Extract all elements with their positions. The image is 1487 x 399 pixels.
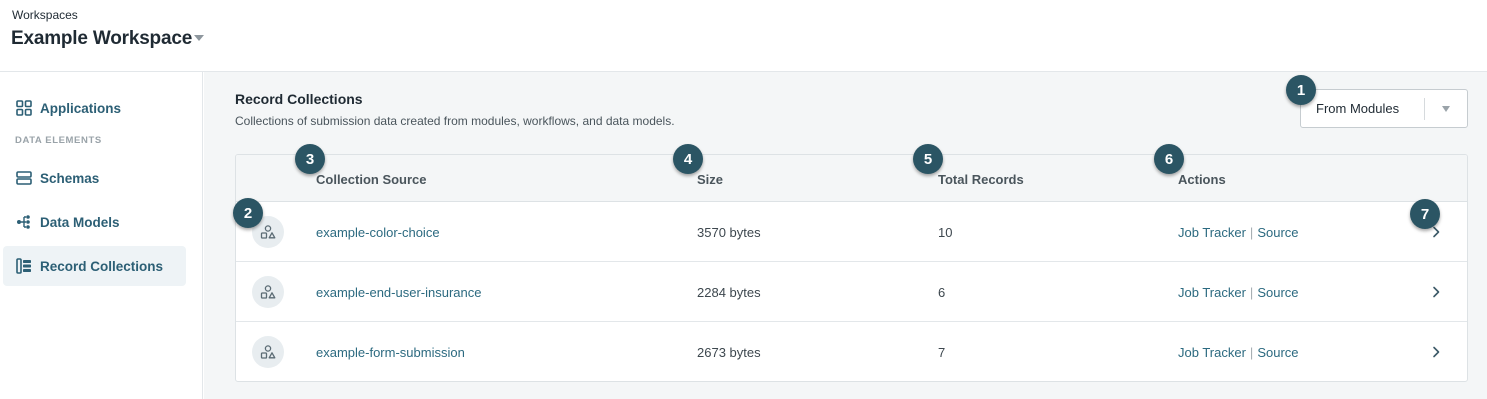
- column-header-collection-source[interactable]: Collection Source: [316, 172, 427, 187]
- job-tracker-link[interactable]: Job Tracker: [1178, 285, 1246, 300]
- sidebar-item-record-collections[interactable]: Record Collections: [3, 246, 186, 286]
- record-collections-icon: [15, 257, 33, 275]
- column-header-actions: Actions: [1178, 172, 1226, 187]
- collection-source-link[interactable]: example-color-choice: [316, 225, 440, 240]
- job-tracker-link[interactable]: Job Tracker: [1178, 225, 1246, 240]
- total-records: 6: [938, 285, 946, 300]
- table-row[interactable]: example-end-user-insurance 2284 bytes 6 …: [236, 262, 1467, 322]
- dropdown-divider: [1424, 98, 1425, 120]
- action-separator: |: [1249, 345, 1254, 360]
- callout-badge-5: 5: [913, 144, 943, 174]
- sidebar-item-data-models[interactable]: Data Models: [3, 202, 186, 242]
- collection-source-link[interactable]: example-end-user-insurance: [316, 285, 481, 300]
- column-header-size[interactable]: Size: [697, 172, 723, 187]
- sidebar-item-label: Schemas: [40, 170, 100, 186]
- callout-badge-6: 6: [1154, 144, 1184, 174]
- main-content: Record Collections Collections of submis…: [204, 72, 1487, 399]
- top-bar: Workspaces Example Workspace: [0, 0, 1487, 72]
- column-header-total-records[interactable]: Total Records: [938, 172, 1024, 187]
- total-records: 7: [938, 345, 946, 360]
- sidebar-item-applications[interactable]: Applications: [3, 88, 186, 128]
- job-tracker-link[interactable]: Job Tracker: [1178, 345, 1246, 360]
- callout-badge-4: 4: [673, 144, 703, 174]
- workspace-name[interactable]: Example Workspace: [11, 28, 192, 50]
- action-separator: |: [1249, 225, 1254, 240]
- collection-size: 2284 bytes: [697, 285, 761, 300]
- module-icon: [252, 336, 284, 368]
- sidebar: Applications DATA ELEMENTS Schemas Data …: [0, 72, 203, 399]
- action-separator: |: [1249, 285, 1254, 300]
- collection-size: 2673 bytes: [697, 345, 761, 360]
- callout-badge-2: 2: [233, 198, 263, 228]
- table-row[interactable]: example-color-choice 3570 bytes 10 Job T…: [236, 202, 1467, 262]
- collection-size: 3570 bytes: [697, 225, 761, 240]
- record-collections-table: Collection Source Size Total Records Act…: [235, 154, 1468, 382]
- table-row[interactable]: example-form-submission 2673 bytes 7 Job…: [236, 322, 1467, 381]
- chevron-right-icon[interactable]: [1429, 284, 1443, 300]
- sidebar-item-schemas[interactable]: Schemas: [3, 158, 186, 198]
- data-model-icon: [15, 213, 33, 231]
- workspace-dropdown-icon[interactable]: [194, 35, 204, 41]
- schema-icon: [15, 169, 33, 187]
- collection-source-link[interactable]: example-form-submission: [316, 345, 465, 360]
- total-records: 10: [938, 225, 953, 240]
- callout-badge-7: 7: [1410, 199, 1440, 229]
- sidebar-item-label: Applications: [40, 100, 122, 116]
- source-link[interactable]: Source: [1257, 285, 1298, 300]
- source-link[interactable]: Source: [1257, 345, 1298, 360]
- source-link[interactable]: Source: [1257, 225, 1298, 240]
- chevron-right-icon[interactable]: [1429, 344, 1443, 360]
- page-title: Record Collections: [235, 91, 363, 107]
- workspaces-label: Workspaces: [12, 8, 78, 22]
- table-header: Collection Source Size Total Records Act…: [236, 155, 1467, 202]
- callout-badge-3: 3: [295, 144, 325, 174]
- page-description: Collections of submission data created f…: [235, 114, 675, 128]
- module-icon: [252, 276, 284, 308]
- sidebar-item-label: Data Models: [40, 214, 120, 230]
- grid-icon: [15, 99, 33, 117]
- chevron-down-icon[interactable]: [1442, 106, 1450, 112]
- row-actions: Job Tracker | Source: [1178, 225, 1299, 240]
- row-actions: Job Tracker | Source: [1178, 285, 1299, 300]
- source-filter-dropdown[interactable]: From Modules: [1300, 89, 1468, 128]
- sidebar-item-label: Record Collections: [40, 258, 164, 274]
- section-label-data-elements: DATA ELEMENTS: [15, 135, 102, 146]
- callout-badge-1: 1: [1286, 75, 1316, 105]
- row-actions: Job Tracker | Source: [1178, 345, 1299, 360]
- dropdown-selected-value: From Modules: [1316, 101, 1400, 116]
